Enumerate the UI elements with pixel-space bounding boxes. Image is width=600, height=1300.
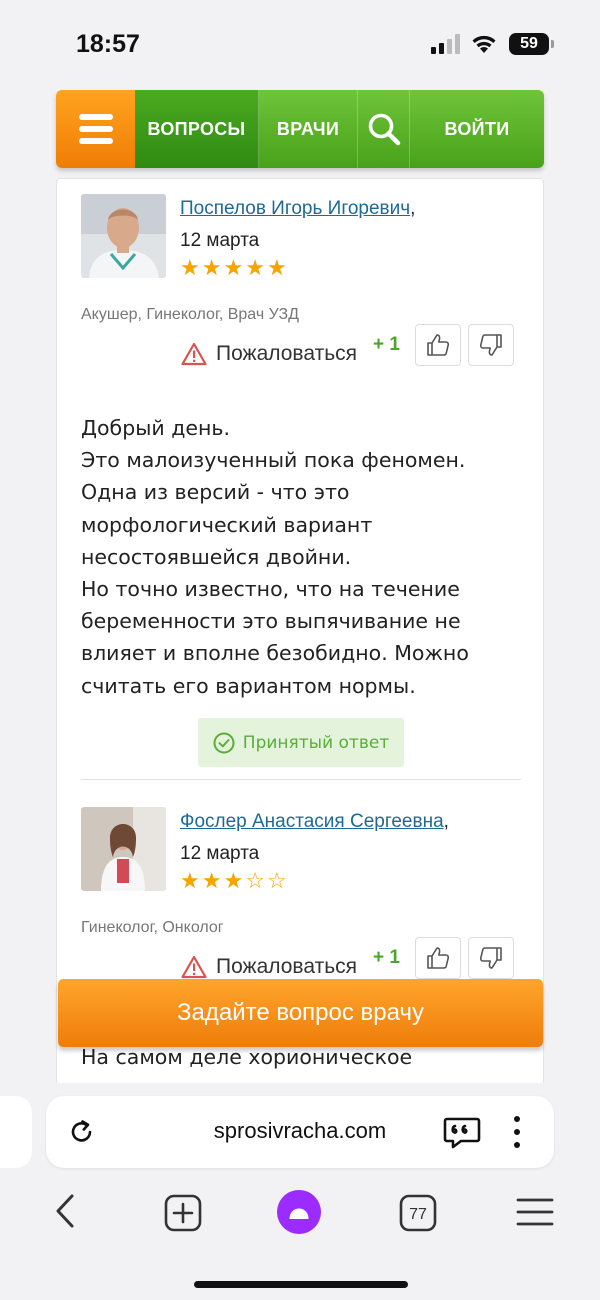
browser-menu-icon[interactable] <box>516 1196 554 1228</box>
browser-bottom-bar: sprosivracha.com 77 <box>0 1083 600 1300</box>
complain-link[interactable]: Пожаловаться <box>181 342 357 366</box>
star-empty-icon: ☆ <box>266 869 287 894</box>
doctor-avatar[interactable] <box>81 194 166 278</box>
nav-questions[interactable]: ВОПРОСЫ <box>135 90 259 168</box>
rating-stars: ★ ★ ★ ★ ★ <box>180 257 287 281</box>
new-tab-icon[interactable] <box>164 1194 202 1232</box>
back-icon[interactable] <box>50 1191 80 1231</box>
star-icon: ★ <box>245 256 265 281</box>
accepted-label: Принятый ответ <box>242 732 390 753</box>
answer-line: влияет и вполне безобидно. Можно <box>81 641 469 666</box>
previous-tab-card[interactable] <box>0 1096 32 1168</box>
star-icon: ★ <box>201 869 222 894</box>
tabs-count: 77 <box>409 1206 427 1223</box>
status-bar: 18:57 59 <box>0 0 600 90</box>
search-button[interactable] <box>358 90 410 168</box>
complain-label: Пожаловаться <box>216 955 358 978</box>
star-icon: ★ <box>201 256 222 281</box>
doctor-name-link[interactable]: Поспелов Игорь Игоревич, <box>180 198 415 220</box>
like-button[interactable] <box>415 324 461 366</box>
doctor-avatar[interactable] <box>81 807 166 891</box>
answers-card: Поспелов Игорь Игоревич, 12 марта ★ ★ ★ … <box>56 178 544 1088</box>
thumbs-up-icon <box>427 947 450 969</box>
vote-count: + 1 <box>373 947 400 968</box>
star-icon: ★ <box>223 869 244 894</box>
answer-line: Одна из версий - что это <box>81 480 350 505</box>
search-icon <box>368 113 400 146</box>
answer-line: считать его вариантом нормы. <box>81 673 416 698</box>
answer-date: 12 марта <box>180 843 260 864</box>
wifi-icon <box>472 35 496 53</box>
answer-text-preview: На самом деле хорионическое <box>81 1045 413 1069</box>
thumbs-up-icon <box>427 334 450 356</box>
address-bar[interactable]: sprosivracha.com <box>46 1096 554 1168</box>
chat-quote-icon[interactable] <box>443 1116 481 1150</box>
home-indicator[interactable] <box>194 1281 408 1288</box>
battery-icon: 59 <box>509 33 554 55</box>
accepted-answer-badge: Принятый ответ <box>198 718 404 767</box>
star-icon: ★ <box>180 869 200 894</box>
doctor-specialty: Акушер, Гинеколог, Врач УЗД <box>81 306 299 323</box>
answer-line: морфологический вариант <box>81 512 373 537</box>
complain-label: Пожаловаться <box>216 342 358 365</box>
warning-icon <box>181 342 207 366</box>
complain-link[interactable]: Пожаловаться <box>181 955 357 979</box>
check-circle-icon <box>213 732 235 753</box>
more-vertical-icon[interactable] <box>509 1114 525 1150</box>
like-button[interactable] <box>415 937 461 979</box>
answer-line: Добрый день. <box>81 416 231 440</box>
answer-line: Это малоизученный пока феномен. <box>81 448 466 473</box>
star-icon: ★ <box>266 256 287 281</box>
site-navigation: ВОПРОСЫ ВРАЧИ ВОЙТИ <box>56 90 544 168</box>
answer-divider <box>81 779 521 780</box>
answer-item: Фослер Анастасия Сергеевна, 12 марта ★ ★… <box>81 807 521 1007</box>
answer-item: Поспелов Игорь Игоревич, 12 марта ★ ★ ★ … <box>81 194 521 794</box>
thumbs-down-icon <box>479 334 502 356</box>
status-time: 18:57 <box>76 30 140 58</box>
rating-stars: ★ ★ ★ ☆ ☆ <box>180 870 287 894</box>
dislike-button[interactable] <box>468 937 514 979</box>
answer-line: Но точно известно, что на течение <box>81 577 460 602</box>
answer-date: 12 марта <box>180 230 260 251</box>
answer-line: беременности это выпячивание не <box>81 609 461 634</box>
alice-assistant-icon[interactable] <box>276 1189 322 1235</box>
doctor-specialty: Гинеколог, Онколог <box>81 919 224 936</box>
nav-links: ВОПРОСЫ ВРАЧИ ВОЙТИ <box>135 90 544 168</box>
dislike-button[interactable] <box>468 324 514 366</box>
star-empty-icon: ☆ <box>245 869 265 894</box>
answer-text: Добрый день. Это малоизученный пока фено… <box>81 412 521 702</box>
hamburger-icon <box>78 114 113 144</box>
thumbs-down-icon <box>479 947 502 969</box>
star-icon: ★ <box>180 256 200 281</box>
ask-doctor-button[interactable]: Задайте вопрос врачу <box>58 979 543 1047</box>
menu-button[interactable] <box>56 90 135 168</box>
nav-login[interactable]: ВОЙТИ <box>410 90 544 168</box>
star-icon: ★ <box>223 256 244 281</box>
cellular-signal-icon <box>431 34 461 54</box>
tabs-count-icon[interactable]: 77 <box>399 1194 437 1232</box>
answer-line: несостоявшейся двойни. <box>81 544 352 569</box>
doctor-name-link[interactable]: Фослер Анастасия Сергеевна, <box>180 811 449 833</box>
nav-doctors[interactable]: ВРАЧИ <box>259 90 358 168</box>
warning-icon <box>181 955 207 979</box>
vote-count: + 1 <box>373 334 400 355</box>
